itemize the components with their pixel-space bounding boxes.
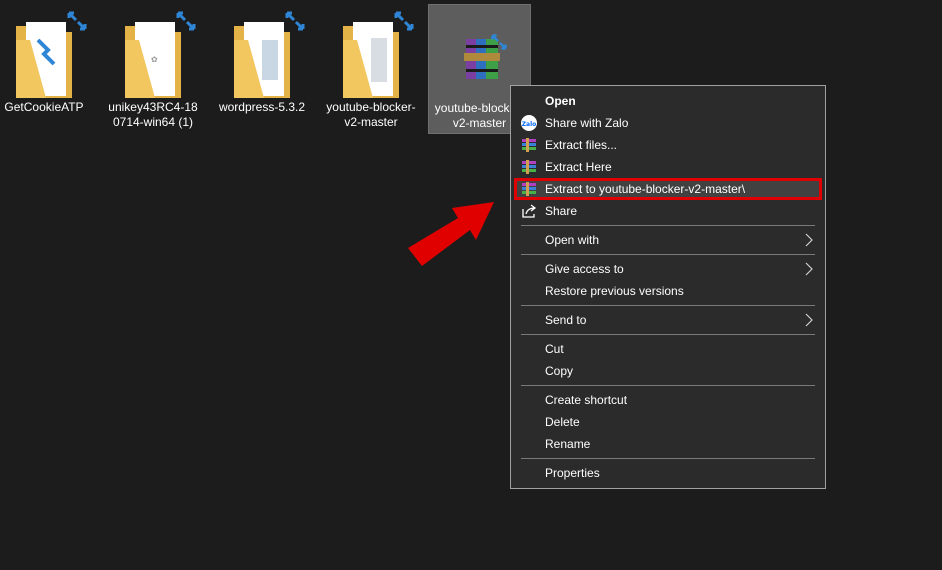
chevron-right-icon	[803, 229, 815, 251]
sync-badge-icon	[67, 11, 87, 31]
share-icon	[521, 203, 537, 219]
desktop: GetCookieATP ✿ unikey43RC4-180714-win64 …	[0, 0, 942, 570]
menu-item-open-with[interactable]: Open with	[511, 229, 825, 251]
menu-separator	[521, 254, 815, 255]
desktop-icon-label: GetCookieATP	[4, 100, 84, 114]
menu-item-extract-here[interactable]: Extract Here	[511, 156, 825, 178]
svg-text:Zalo: Zalo	[522, 121, 537, 128]
winrar-icon	[521, 137, 537, 153]
menu-item-extract-files[interactable]: Extract files...	[511, 134, 825, 156]
menu-item-share-with-zalo[interactable]: Zalo Share with Zalo	[511, 112, 825, 134]
sync-badge-icon	[285, 11, 305, 31]
menu-separator	[521, 225, 815, 226]
chevron-right-icon	[803, 258, 815, 280]
menu-item-label: Give access to	[545, 262, 624, 276]
menu-item-create-shortcut[interactable]: Create shortcut	[511, 389, 825, 411]
menu-item-label: Extract files...	[545, 138, 618, 152]
desktop-icon-label: youtube-blocker-v2-master	[326, 100, 416, 129]
menu-item-label: Rename	[545, 437, 591, 451]
menu-item-label: Create shortcut	[545, 393, 628, 407]
menu-item-properties[interactable]: Properties	[511, 462, 825, 484]
menu-item-label: Cut	[545, 342, 564, 356]
context-menu: Open Zalo Share with Zalo Extract files.…	[510, 85, 826, 489]
menu-item-label: Delete	[545, 415, 580, 429]
menu-item-restore-previous-versions[interactable]: Restore previous versions	[511, 280, 825, 302]
desktop-icon-label: unikey43RC4-180714-win64 (1)	[108, 100, 198, 129]
winrar-icon	[521, 181, 537, 197]
menu-separator	[521, 458, 815, 459]
red-arrow-annotation	[408, 202, 494, 266]
desktop-icon-wordpress[interactable]: wordpress-5.3.2	[212, 4, 312, 134]
menu-item-copy[interactable]: Copy	[511, 360, 825, 382]
folder-icon	[4, 10, 87, 100]
desktop-icon-youtube-blocker-folder[interactable]: youtube-blocker-v2-master	[321, 4, 421, 134]
menu-item-label: Extract Here	[545, 160, 612, 174]
menu-item-label: Send to	[545, 313, 587, 327]
menu-item-label: Share	[545, 204, 578, 218]
desktop-icon-label: wordpress-5.3.2	[218, 100, 306, 114]
menu-item-label: Open with	[545, 233, 600, 247]
folder-icon	[331, 10, 414, 100]
svg-text:✿: ✿	[151, 55, 158, 64]
menu-item-label: Open	[545, 94, 576, 108]
menu-item-label: Restore previous versions	[545, 284, 684, 298]
sync-badge-icon	[394, 11, 414, 31]
menu-item-rename[interactable]: Rename	[511, 433, 825, 455]
folder-icon	[222, 10, 305, 100]
menu-separator	[521, 334, 815, 335]
menu-separator	[521, 385, 815, 386]
desktop-icon-getcookieatp[interactable]: GetCookieATP	[0, 4, 94, 134]
menu-item-cut[interactable]: Cut	[511, 338, 825, 360]
chevron-right-icon	[803, 309, 815, 331]
winrar-archive-icon	[440, 11, 520, 101]
menu-separator	[521, 305, 815, 306]
winrar-icon	[521, 159, 537, 175]
menu-item-give-access-to[interactable]: Give access to	[511, 258, 825, 280]
menu-item-open[interactable]: Open	[511, 90, 825, 112]
desktop-icon-unikey[interactable]: ✿ unikey43RC4-180714-win64 (1)	[103, 4, 203, 134]
sync-badge-icon	[490, 34, 507, 50]
menu-item-label: Extract to youtube-blocker-v2-master\	[545, 182, 746, 196]
folder-icon: ✿	[113, 10, 196, 100]
menu-item-send-to[interactable]: Send to	[511, 309, 825, 331]
sync-badge-icon	[176, 11, 196, 31]
menu-item-delete[interactable]: Delete	[511, 411, 825, 433]
menu-item-label: Copy	[545, 364, 574, 378]
menu-item-label: Share with Zalo	[545, 116, 629, 130]
menu-item-label: Properties	[545, 466, 600, 480]
zalo-icon: Zalo	[521, 115, 537, 131]
menu-item-share[interactable]: Share	[511, 200, 825, 222]
menu-item-extract-to-folder[interactable]: Extract to youtube-blocker-v2-master\	[514, 178, 822, 200]
